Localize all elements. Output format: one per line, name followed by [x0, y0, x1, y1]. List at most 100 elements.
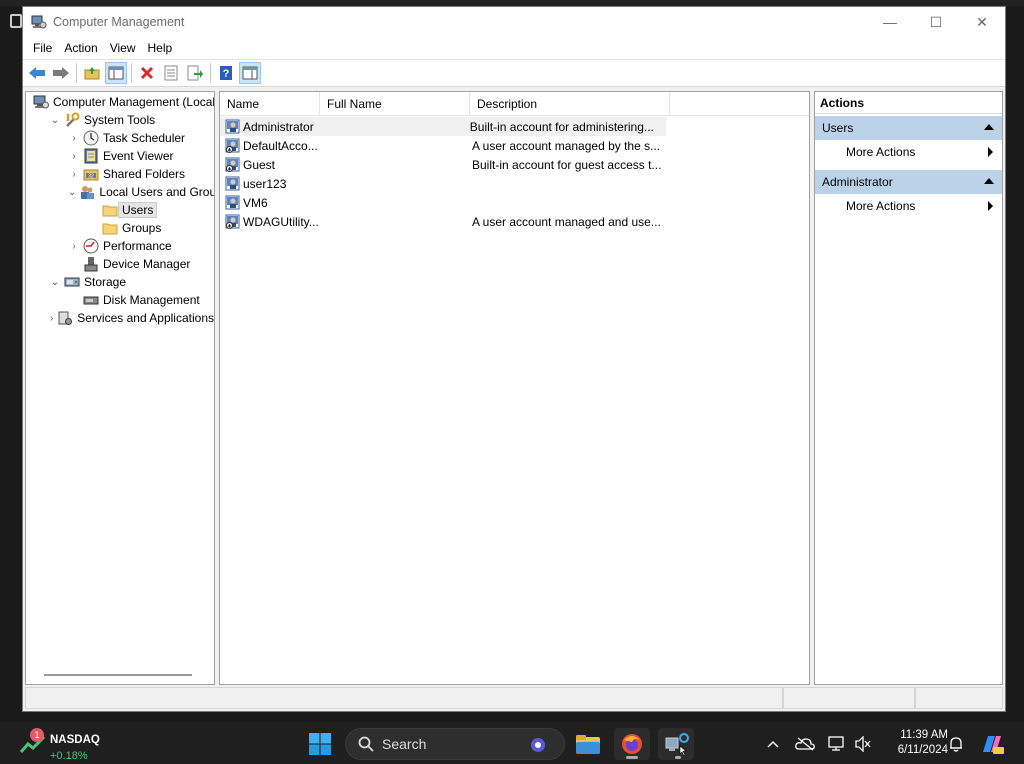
clock-date: 6/11/2024	[897, 744, 948, 756]
collapse-triangle-icon[interactable]	[984, 124, 994, 130]
menu-help[interactable]: Help	[142, 41, 179, 55]
actions-pane: Actions Users More Actions Administrator…	[814, 91, 1003, 685]
cell-full-name	[320, 193, 470, 212]
window-title: Computer Management	[53, 15, 185, 29]
properties-icon[interactable]	[160, 62, 182, 84]
tree-item-system-tools[interactable]: ⌄ System Tools	[26, 111, 214, 129]
taskbar-search[interactable]: Search	[345, 728, 565, 760]
tree-item-device-manager[interactable]: Device Manager	[26, 255, 214, 273]
show-hide-tree-icon[interactable]	[105, 62, 127, 84]
computer-management-icon	[33, 94, 49, 110]
collapse-chevron-icon[interactable]: ⌄	[49, 114, 61, 126]
volume-tray-button[interactable]	[852, 730, 874, 758]
toolbar-separator	[131, 63, 132, 83]
submenu-arrow-icon	[988, 201, 993, 211]
tree-item-performance[interactable]: › Performance	[26, 237, 214, 255]
cell-name: Guest	[220, 155, 320, 174]
title-bar[interactable]: Computer Management — ☐ ✕	[23, 7, 1005, 37]
user-name: Guest	[243, 157, 276, 172]
expand-chevron-icon[interactable]: ›	[68, 240, 80, 252]
folder-icon	[102, 220, 118, 236]
actions-group-administrator[interactable]: Administrator	[815, 170, 1002, 194]
table-row[interactable]: Guest Built-in account for guest access t…	[220, 155, 809, 174]
tree-horizontal-scrollbar[interactable]	[44, 674, 192, 676]
more-actions-administrator[interactable]: More Actions	[815, 194, 1002, 218]
tree-item-computer-management-local[interactable]: Computer Management (Local	[26, 93, 214, 111]
help-icon[interactable]: ?	[215, 62, 237, 84]
console-tree[interactable]: Computer Management (Local ⌄ System Tools ›…	[25, 91, 215, 685]
menu-view[interactable]: View	[104, 41, 142, 55]
firefox-button[interactable]	[614, 728, 650, 760]
status-bar	[25, 687, 1003, 709]
tree-item-label: Local Users and Groups	[99, 185, 214, 199]
users-list-view[interactable]: Name Full Name Description Administrator…	[219, 91, 810, 685]
cloud-offline-icon	[795, 737, 815, 751]
table-row[interactable]: Administrator Built-in account for admini…	[220, 117, 666, 136]
clock-time: 11:39 AM	[900, 729, 948, 741]
minimize-button[interactable]: —	[867, 7, 913, 37]
expand-chevron-icon[interactable]: ›	[68, 150, 80, 162]
tree-item-services-and-applications[interactable]: › Services and Applications	[26, 309, 214, 327]
show-hide-action-pane-icon[interactable]	[239, 62, 261, 84]
svg-text:?: ?	[223, 68, 230, 80]
export-list-icon[interactable]	[184, 62, 206, 84]
actions-group-users[interactable]: Users	[815, 116, 1002, 140]
running-indicator	[626, 756, 638, 759]
tree-item-users[interactable]: Users	[26, 201, 214, 219]
menu-action[interactable]: Action	[58, 41, 103, 55]
collapse-chevron-icon[interactable]: ⌄	[68, 186, 76, 198]
maximize-button[interactable]: ☐	[913, 7, 959, 37]
tree-item-task-scheduler[interactable]: › Task Scheduler	[26, 129, 214, 147]
collapse-triangle-icon[interactable]	[984, 178, 994, 184]
performance-icon	[83, 238, 99, 254]
tree-item-groups[interactable]: Groups	[26, 219, 214, 237]
up-folder-icon[interactable]	[81, 62, 103, 84]
notifications-button[interactable]	[946, 730, 966, 758]
user-name: VM6	[243, 195, 268, 210]
table-row[interactable]: user123	[220, 174, 809, 193]
disabled-user-icon	[225, 157, 241, 173]
forward-icon[interactable]	[50, 62, 72, 84]
taskbar: 1 NASDAQ +0.18% Search 11:39 AM 6/11/202…	[0, 722, 1024, 764]
event-viewer-icon	[83, 148, 99, 164]
expand-chevron-icon[interactable]: ›	[68, 132, 80, 144]
user-icon	[225, 119, 241, 135]
onedrive-tray-button[interactable]	[793, 730, 817, 758]
delete-icon[interactable]	[136, 62, 158, 84]
collapse-chevron-icon[interactable]: ⌄	[49, 276, 61, 288]
search-label: Search	[382, 736, 427, 752]
copilot-icon	[983, 736, 1004, 754]
more-actions-users[interactable]: More Actions	[815, 140, 1002, 164]
expand-chevron-icon[interactable]: ›	[49, 312, 54, 324]
tree-item-storage[interactable]: ⌄ Storage	[26, 273, 214, 291]
file-explorer-button[interactable]	[570, 728, 606, 760]
close-button[interactable]: ✕	[959, 7, 1005, 37]
computer-management-icon	[665, 733, 689, 756]
expand-chevron-icon[interactable]: ›	[68, 168, 80, 180]
cell-description: Built-in account for administering...	[469, 119, 654, 134]
column-header-full-name[interactable]: Full Name	[320, 92, 470, 116]
tree-item-disk-management[interactable]: Disk Management	[26, 291, 214, 309]
table-row[interactable]: WDAGUtility... A user account managed and…	[220, 212, 809, 231]
table-row[interactable]: VM6	[220, 193, 809, 212]
tree-item-label: Shared Folders	[103, 167, 186, 181]
submenu-arrow-icon	[988, 147, 993, 157]
column-header-name[interactable]: Name	[220, 92, 320, 116]
stock-widget[interactable]: 1 NASDAQ +0.18%	[20, 728, 120, 762]
start-button[interactable]	[308, 732, 332, 756]
tree-item-local-users-and-groups[interactable]: ⌄ Local Users and Groups	[26, 183, 214, 201]
computer-management-taskbar-button[interactable]	[658, 728, 694, 760]
table-row[interactable]: DefaultAcco... A user account managed by …	[220, 136, 809, 155]
taskbar-clock[interactable]: 11:39 AM 6/11/2024	[878, 728, 948, 758]
show-hidden-icons-button[interactable]	[763, 730, 783, 758]
user-name: user123	[243, 176, 287, 191]
back-icon[interactable]	[26, 62, 48, 84]
column-header-description[interactable]: Description	[470, 92, 670, 116]
copilot-button[interactable]	[978, 730, 1006, 758]
menu-file[interactable]: File	[27, 41, 58, 55]
display-tray-button[interactable]	[826, 730, 848, 758]
tree-item-shared-folders[interactable]: › 32 Shared Folders	[26, 165, 214, 183]
tree-item-event-viewer[interactable]: › Event Viewer	[26, 147, 214, 165]
actions-group-label: Administrator	[822, 175, 893, 189]
